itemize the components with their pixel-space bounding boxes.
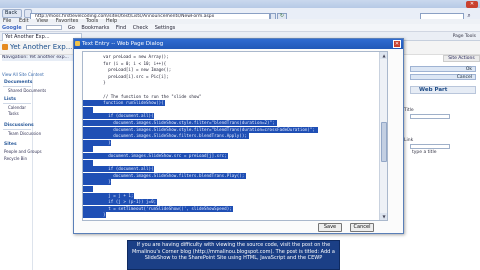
- code-line: if (document.all){: [83, 113, 155, 120]
- window-titlebar: [0, 0, 480, 8]
- sidebar-head-lists[interactable]: Lists: [4, 97, 16, 102]
- google-toolbar: Google Go Bookmarks Find Check Settings: [0, 24, 480, 32]
- code-line: document.images.SlideShow.style.filter="…: [83, 126, 318, 133]
- cancel-button[interactable]: Cancel: [410, 74, 476, 80]
- window-close-button[interactable]: ✕: [466, 1, 478, 8]
- link-label: Link: [404, 138, 414, 143]
- code-line: }: [83, 179, 112, 186]
- code-line: for (i = 0; i < 10; i++){: [83, 60, 167, 66]
- site-title[interactable]: Yet Another Exp...: [10, 43, 72, 52]
- title-hint: type a title: [412, 150, 437, 155]
- code-line: var preLoad = new Array();: [83, 54, 169, 59]
- dialog-close-icon[interactable]: ✕: [393, 40, 401, 48]
- code-line: [83, 186, 93, 192]
- sidebar-item-shared-documents[interactable]: Shared Documents: [8, 88, 46, 93]
- sidebar-item-recycle-bin[interactable]: Recycle Bin: [4, 156, 27, 161]
- code-line: [83, 159, 93, 166]
- breadcrumb[interactable]: Navigation: Yet another exp...: [2, 55, 84, 61]
- code-line: preLoad[i].src = Pic[i];: [83, 73, 169, 79]
- sidebar-head-documents[interactable]: Documents: [4, 80, 32, 85]
- sidebar-divider: [3, 129, 31, 130]
- code-line: t = setTimeout('runSlideShow()', slideSh…: [83, 205, 234, 212]
- page-tools-menu[interactable]: Page Tools: [453, 34, 476, 39]
- code-line: document.images.SlideShow.filters.blendT…: [83, 133, 249, 140]
- google-settings-button[interactable]: Settings: [155, 25, 176, 31]
- dialog-title: Text Entry -- Web Page Dialog: [82, 41, 164, 47]
- sidebar-divider: [3, 86, 31, 87]
- text-entry-dialog: Text Entry -- Web Page Dialog ✕ } t = se…: [73, 38, 404, 234]
- code-line: document.images.SlideShow.src = preLoad[…: [83, 153, 229, 159]
- scroll-up-icon[interactable]: ▲: [380, 52, 387, 59]
- code-editor-textarea[interactable]: } t = setTimeout('runSlideShow()', slide…: [82, 51, 388, 221]
- sidebar-item-people-and-groups[interactable]: People and Groups: [4, 149, 42, 154]
- save-button[interactable]: Save: [318, 223, 342, 232]
- code-line: function runSlideShow(){: [83, 100, 165, 107]
- google-search-input[interactable]: [26, 25, 63, 30]
- title-label: Title: [404, 108, 414, 113]
- web-part-panel-title: Web Part: [410, 86, 476, 94]
- code-line: j = j + 1;: [83, 192, 134, 199]
- dialog-app-icon: [75, 41, 80, 46]
- code-line: preLoad[i] = new Image();: [83, 67, 172, 73]
- sidebar-head-discussions[interactable]: Discussions: [4, 123, 34, 128]
- code-line: }: [83, 80, 106, 86]
- code-line: }: [83, 212, 106, 219]
- code-line: document.images.SlideShow.filters.blendT…: [83, 172, 247, 179]
- code-line: if (j > (p-1)) j=0;: [83, 199, 157, 206]
- code-line: if (document.all){: [83, 166, 155, 173]
- code-line: [83, 146, 93, 153]
- dialog-cancel-button[interactable]: Cancel: [350, 223, 374, 232]
- back-button[interactable]: Back: [2, 9, 22, 18]
- site-actions-button[interactable]: Site Actions: [443, 55, 480, 62]
- sidebar-divider: [3, 103, 31, 104]
- scroll-down-icon[interactable]: ▼: [380, 213, 387, 220]
- dialog-titlebar[interactable]: Text Entry -- Web Page Dialog ✕: [74, 39, 403, 49]
- ok-button[interactable]: Ok: [410, 66, 476, 72]
- code-line: // The function to run the "slide show": [83, 93, 202, 99]
- code-line: [83, 106, 93, 113]
- title-field[interactable]: [410, 114, 450, 119]
- sidebar-head-sites[interactable]: Sites: [4, 142, 17, 147]
- google-bookmarks-button[interactable]: Bookmarks: [81, 25, 109, 31]
- video-caption: If you are having difficulty with viewin…: [127, 240, 340, 270]
- sidebar-item-calendar[interactable]: Calendar: [8, 105, 26, 110]
- scrollbar-thumb[interactable]: [381, 122, 387, 162]
- back-label: Back: [5, 10, 18, 16]
- google-check-button[interactable]: Check: [133, 25, 148, 31]
- google-logo: Google: [2, 25, 22, 31]
- sidebar-item-team-discussion[interactable]: Team Discussion: [8, 131, 41, 136]
- link-field[interactable]: [410, 144, 450, 149]
- tab-current[interactable]: Yet Another Exp...: [2, 33, 82, 41]
- google-find-button[interactable]: Find: [116, 25, 126, 31]
- view-all-site-content-link[interactable]: View All Site Content: [2, 72, 44, 77]
- code-line: }: [83, 139, 112, 146]
- editor-scrollbar[interactable]: ▲ ▼: [379, 52, 387, 220]
- google-go-button[interactable]: Go: [68, 25, 75, 31]
- sidebar-item-tasks[interactable]: Tasks: [8, 111, 19, 116]
- site-logo-icon: [2, 44, 8, 50]
- code-line: document.images.SlideShow.style.filter="…: [83, 120, 277, 126]
